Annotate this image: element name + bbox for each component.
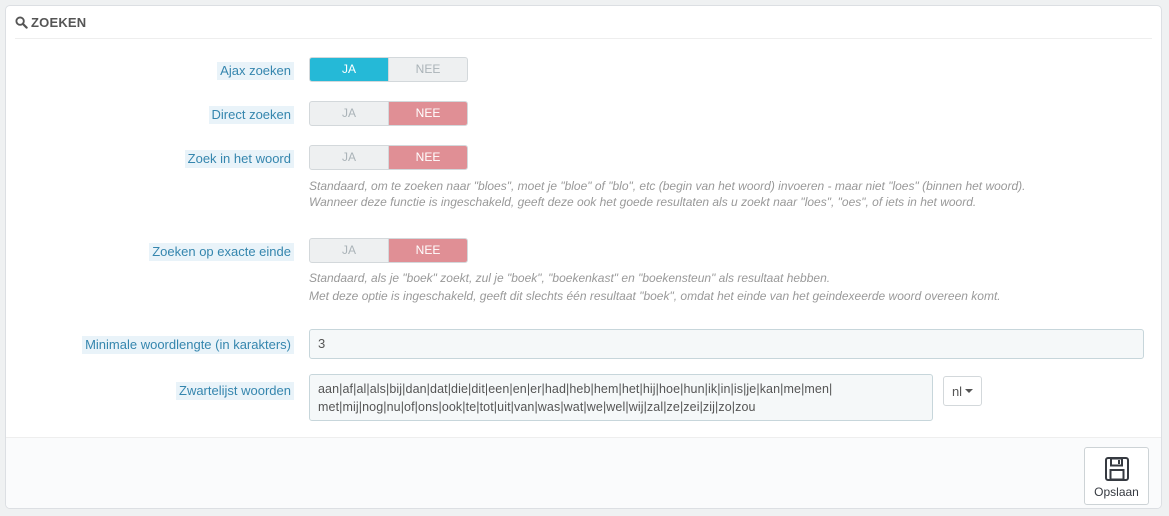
- label-exact-end: Zoeken op exacte einde: [149, 243, 294, 261]
- help-exact-end-1: Standaard, als je "boek" zoekt, zul je "…: [309, 271, 831, 285]
- label-direct-search: Direct zoeken: [208, 106, 294, 124]
- help-search-in-word-1: Standaard, om te zoeken naar "bloes", mo…: [309, 179, 1026, 193]
- direct-search-yes[interactable]: JA: [310, 102, 388, 125]
- blacklist-line-2: met|mij|nog|nu|of|ons|ook|te|tot|uit|van…: [318, 400, 756, 414]
- ajax-search-yes[interactable]: JA: [310, 58, 388, 81]
- exact-end-yes[interactable]: JA: [310, 239, 388, 262]
- floppy-disk-icon: [1104, 457, 1129, 481]
- label-search-in-word: Zoek in het woord: [184, 150, 294, 168]
- save-button-label: Opslaan: [1094, 485, 1139, 499]
- label-min-word-length: Minimale woordlengte (in karakters): [82, 336, 294, 354]
- switch-search-in-word: JA NEE: [309, 145, 468, 170]
- direct-search-no[interactable]: NEE: [388, 102, 467, 125]
- language-dropdown[interactable]: nl: [943, 376, 982, 406]
- help-exact-end-2: Met deze optie is ingeschakeld, geeft di…: [309, 289, 1001, 303]
- min-word-length-input[interactable]: 3: [309, 329, 1144, 359]
- search-in-word-no[interactable]: NEE: [388, 146, 467, 169]
- switch-exact-end: JA NEE: [309, 238, 468, 263]
- panel-title: ZOEKEN: [31, 14, 87, 30]
- label-ajax-search: Ajax zoeken: [217, 62, 294, 80]
- search-in-word-yes[interactable]: JA: [310, 146, 388, 169]
- search-settings-panel: ZOEKEN Ajax zoeken JA NEE Direct zoeken …: [5, 5, 1162, 509]
- panel-heading: ZOEKEN: [15, 6, 1152, 39]
- switch-ajax-search: JA NEE: [309, 57, 468, 82]
- panel-footer: [6, 437, 1161, 508]
- blacklist-words-input[interactable]: aan|af|al|als|bij|dan|dat|die|dit|een|en…: [309, 374, 933, 421]
- caret-down-icon: [965, 389, 974, 393]
- search-icon: [15, 15, 28, 29]
- ajax-search-no[interactable]: NEE: [388, 58, 467, 81]
- label-blacklist-words: Zwartelijst woorden: [176, 382, 294, 400]
- blacklist-line-1: aan|af|al|als|bij|dan|dat|die|dit|een|en…: [318, 382, 833, 396]
- switch-direct-search: JA NEE: [309, 101, 468, 126]
- save-button[interactable]: Opslaan: [1084, 447, 1149, 505]
- help-search-in-word-2: Wanneer deze functie is ingeschakeld, ge…: [309, 195, 977, 209]
- language-code: nl: [951, 383, 963, 399]
- exact-end-no[interactable]: NEE: [388, 239, 467, 262]
